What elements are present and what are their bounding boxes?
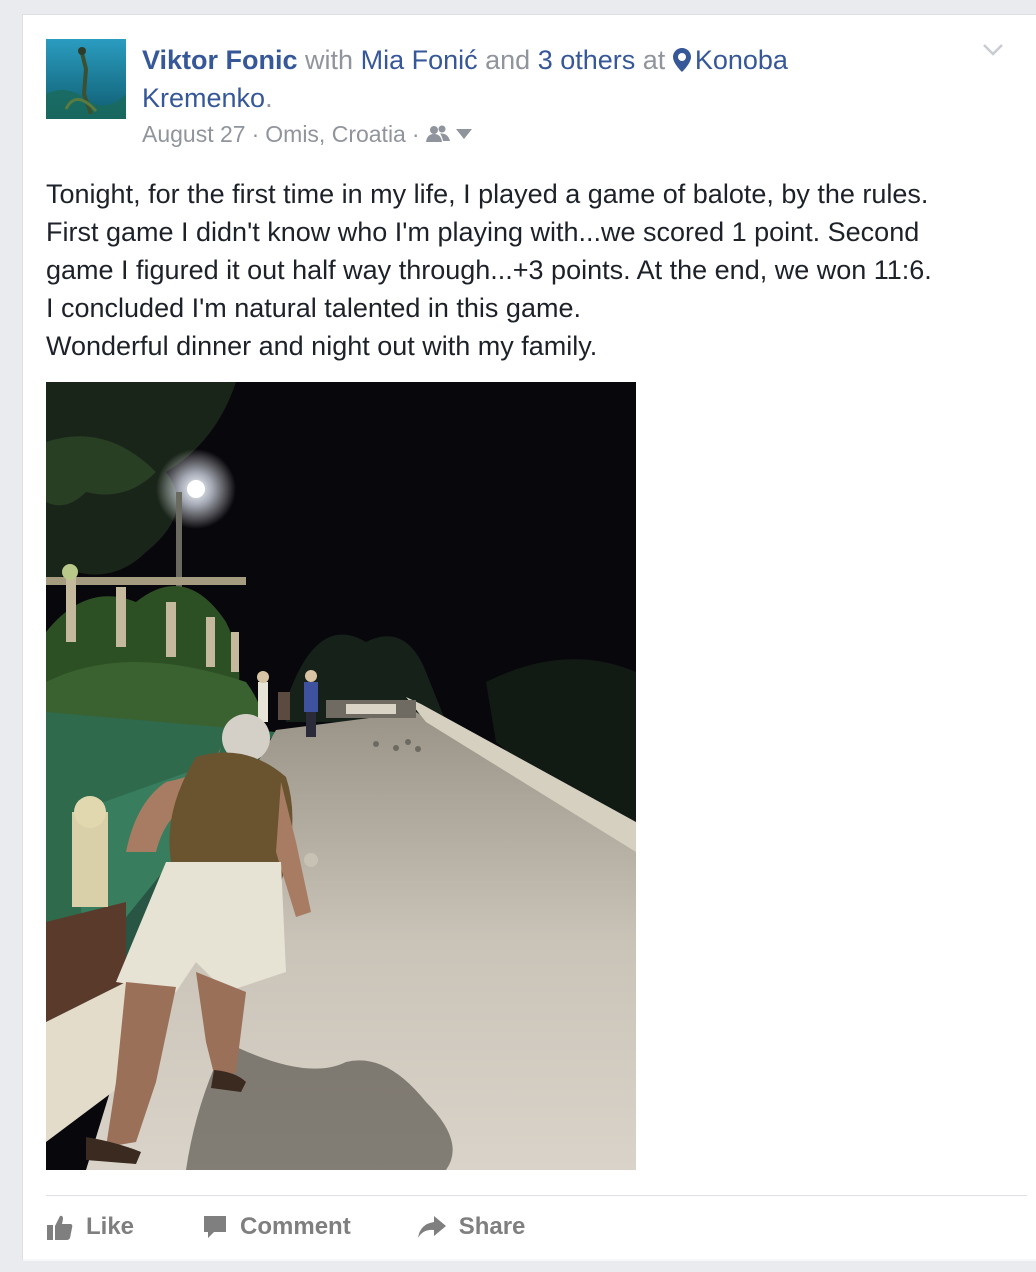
- with-text: with: [305, 45, 354, 75]
- post-body: Tonight, for the first time in my life, …: [46, 175, 1006, 365]
- like-label: Like: [86, 1213, 135, 1240]
- card-bottom-strip: [23, 1259, 1036, 1261]
- post-header: Viktor Fonic with Mia Fonić and 3 others…: [142, 41, 842, 117]
- post-text-line: First game I didn't know who I'm playing…: [46, 217, 920, 247]
- and-text: and: [485, 45, 531, 75]
- author-avatar[interactable]: [46, 39, 126, 119]
- post-card: Viktor Fonic with Mia Fonić and 3 others…: [22, 14, 1036, 1261]
- share-label: Share: [458, 1213, 526, 1240]
- caret-down-icon: [455, 129, 472, 139]
- share-button[interactable]: Share: [417, 1213, 526, 1241]
- header-period: .: [265, 83, 273, 113]
- avatar-image: [46, 39, 126, 119]
- tagged-friend-link[interactable]: Mia Fonić: [361, 45, 478, 75]
- post-photo[interactable]: [46, 382, 636, 1170]
- thumbs-up-icon: [47, 1215, 73, 1240]
- post-text-line: I concluded I'm natural talented in this…: [46, 293, 581, 323]
- like-button[interactable]: Like: [46, 1213, 134, 1241]
- author-name-link[interactable]: Viktor Fonic: [142, 45, 298, 75]
- post-location-link[interactable]: Omis, Croatia: [265, 119, 406, 149]
- at-text: at: [642, 45, 666, 75]
- chevron-down-icon: [983, 44, 1003, 56]
- post-text-line: Tonight, for the first time in my life, …: [46, 179, 929, 209]
- post-text-line: game I figured it out half way through..…: [46, 255, 932, 285]
- post-actions-bar: Like Comment Share: [46, 1207, 525, 1247]
- comment-label: Comment: [240, 1213, 351, 1240]
- post-text-line: Wonderful dinner and night out with my f…: [46, 331, 598, 361]
- comment-button[interactable]: Comment: [202, 1213, 351, 1241]
- place-name-line2: Kremenko: [142, 83, 266, 113]
- comment-bubble-icon: [204, 1216, 227, 1238]
- friends-audience-icon: [425, 125, 450, 142]
- post-meta: August 27 · Omis, Croatia ·: [142, 119, 472, 149]
- share-arrow-icon: [417, 1216, 446, 1238]
- post-date-link[interactable]: August 27: [142, 119, 246, 149]
- location-pin-icon: [672, 48, 691, 72]
- bocce-court-photo: [46, 382, 636, 1170]
- post-options-chevron[interactable]: [982, 43, 1004, 62]
- meta-separator-2: ·: [411, 121, 420, 147]
- meta-separator: ·: [251, 121, 260, 147]
- place-name-line1: Konoba: [694, 45, 788, 75]
- others-link[interactable]: 3 others: [538, 45, 636, 75]
- audience-selector[interactable]: [425, 125, 472, 143]
- actions-divider: [46, 1195, 1027, 1196]
